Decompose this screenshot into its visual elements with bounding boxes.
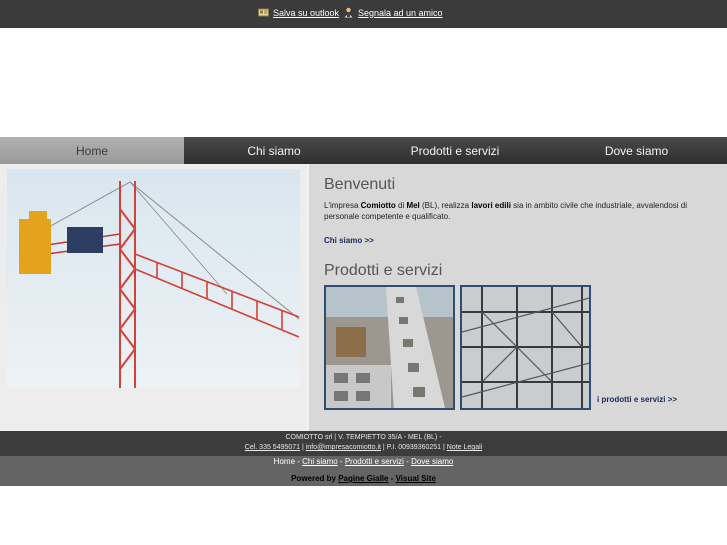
footer-nav-separator: - [337,457,345,466]
footer-company-line: COMIOTTO srl | V. TEMPIETTO 35/A - MEL (… [285,434,442,441]
footer-vat: | P.I. 00939360251 | [380,444,447,451]
nav-dove-siamo[interactable]: Dove siamo [546,137,727,164]
powered-separator: - [388,474,396,483]
footer-nav: Home - Chi siamo - Prodotti e servizi - … [0,456,727,466]
save-outlook-label: Salva su outlook [273,7,340,18]
top-bar: Salva su outlook Segnala ad un amico [0,0,727,28]
save-outlook-link[interactable]: Salva su outlook [258,7,339,18]
right-column: Benvenuti L'impresa Comiotto di Mel (BL)… [307,164,727,431]
footer-nav-dove-siamo[interactable]: Dove siamo [411,457,453,466]
nav-prodotti-servizi[interactable]: Prodotti e servizi [364,137,546,164]
place-name: Mel [406,201,420,210]
welcome-text-part: di [395,201,407,210]
company-name: Comiotto [360,201,396,210]
main-content: Benvenuti L'impresa Comiotto di Mel (BL)… [0,164,727,431]
products-title: Prodotti e servizi [324,262,443,279]
visual-site-link[interactable]: Visual Site [396,474,436,483]
contact-card-icon [258,7,269,18]
footer-email-link[interactable]: info@impresacomiotto.it [306,444,381,451]
works-label: lavori edili [471,201,511,210]
nav-chi-siamo[interactable]: Chi siamo [184,137,364,164]
welcome-text-part: (BL), realizza [419,201,472,210]
tell-friend-link[interactable]: Segnala ad un amico [343,7,443,18]
footer-nav-bar: Home - Chi siamo - Prodotti e servizi - … [0,456,727,486]
powered-by-label: Powered by [291,474,339,483]
footer-phone-link[interactable]: Cel. 335 5495071 [245,444,300,451]
pagine-gialle-link[interactable]: Pagine Gialle [338,474,388,483]
product-blocks-image[interactable] [324,285,455,410]
footer-nav-chi-siamo[interactable]: Chi siamo [302,457,338,466]
tell-friend-label: Segnala ad un amico [358,7,443,18]
footer-legal-link[interactable]: Note Legali [447,444,482,451]
footer-nav-separator: - [403,457,412,466]
nav-home[interactable]: Home [0,137,184,164]
welcome-text: L'impresa Comiotto di Mel (BL), realizza… [324,200,716,222]
footer-nav-home[interactable]: Home [274,457,295,466]
welcome-text-part: L'impresa [324,201,361,210]
person-icon [343,7,354,18]
products-link[interactable]: i prodotti e servizi >> [597,395,677,404]
welcome-title: Benvenuti [324,176,396,193]
chi-siamo-link[interactable]: Chi siamo >> [324,236,374,245]
left-column [0,164,307,431]
crane-image [7,169,300,388]
powered-by: Powered by Pagine Gialle - Visual Site [0,474,727,483]
product-scaffold-image[interactable] [460,285,591,410]
footer-nav-prodotti[interactable]: Prodotti e servizi [345,457,404,466]
footer-contacts: Cel. 335 5495071 | info@impresacomiotto.… [0,443,727,453]
main-nav: Home Chi siamo Prodotti e servizi Dove s… [0,137,727,164]
footer-info: COMIOTTO srl | V. TEMPIETTO 35/A - MEL (… [0,431,727,456]
